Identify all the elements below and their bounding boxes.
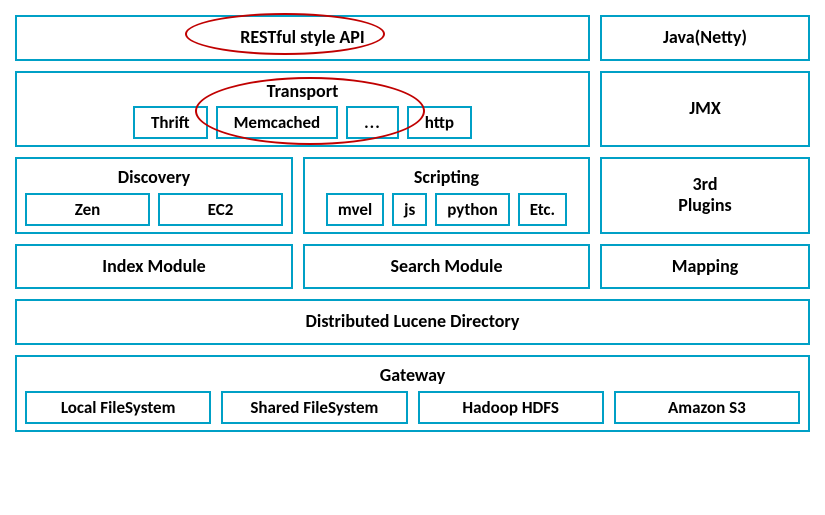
sub-js: js bbox=[392, 193, 427, 226]
box-discovery: Discovery Zen EC2 bbox=[15, 157, 293, 234]
gateway-items: Local FileSystem Shared FileSystem Hadoo… bbox=[25, 391, 800, 424]
label-discovery: Discovery bbox=[118, 165, 190, 193]
box-restful-api: RESTful style API bbox=[15, 15, 590, 61]
box-gateway: Gateway Local FileSystem Shared FileSyst… bbox=[15, 355, 810, 432]
row-api: RESTful style API Java(Netty) bbox=[15, 15, 810, 61]
sub-local-fs: Local FileSystem bbox=[25, 391, 211, 424]
sub-memcached: Memcached bbox=[216, 106, 339, 139]
label-mapping: Mapping bbox=[672, 252, 739, 282]
scripting-items: mvel js python Etc. bbox=[313, 193, 580, 226]
sub-ec2: EC2 bbox=[158, 193, 283, 226]
architecture-diagram: RESTful style API Java(Netty) Transport … bbox=[15, 15, 810, 432]
row-gateway: Gateway Local FileSystem Shared FileSyst… bbox=[15, 355, 810, 432]
discovery-items: Zen EC2 bbox=[25, 193, 283, 226]
sub-mvel: mvel bbox=[326, 193, 384, 226]
row-transport: Transport Thrift Memcached ... http JMX bbox=[15, 71, 810, 148]
sub-zen: Zen bbox=[25, 193, 150, 226]
transport-items: Thrift Memcached ... http bbox=[25, 106, 580, 139]
label-dld: Distributed Lucene Directory bbox=[306, 307, 520, 337]
row-dld: Distributed Lucene Directory bbox=[15, 299, 810, 345]
box-3rd-plugins: 3rd Plugins bbox=[600, 157, 810, 234]
box-mapping: Mapping bbox=[600, 244, 810, 290]
label-scripting: Scripting bbox=[414, 165, 479, 193]
box-transport: Transport Thrift Memcached ... http bbox=[15, 71, 590, 148]
sub-ellipsis: ... bbox=[346, 106, 399, 139]
label-restful-api: RESTful style API bbox=[240, 23, 364, 53]
box-index-module: Index Module bbox=[15, 244, 293, 290]
box-java-netty: Java(Netty) bbox=[600, 15, 810, 61]
row-modules: Index Module Search Module Mapping bbox=[15, 244, 810, 290]
label-gateway: Gateway bbox=[380, 363, 446, 391]
label-transport: Transport bbox=[267, 79, 339, 107]
sub-thrift: Thrift bbox=[133, 106, 208, 139]
label-search-module: Search Module bbox=[390, 252, 502, 282]
sub-hadoop-hdfs: Hadoop HDFS bbox=[418, 391, 604, 424]
sub-shared-fs: Shared FileSystem bbox=[221, 391, 407, 424]
sub-etc: Etc. bbox=[518, 193, 567, 226]
box-scripting: Scripting mvel js python Etc. bbox=[303, 157, 590, 234]
label-index-module: Index Module bbox=[102, 252, 205, 282]
sub-python: python bbox=[435, 193, 509, 226]
sub-http: http bbox=[407, 106, 472, 139]
row-discovery-scripting: Discovery Zen EC2 Scripting mvel js pyth… bbox=[15, 157, 810, 234]
label-jmx: JMX bbox=[689, 94, 721, 124]
box-distributed-lucene-directory: Distributed Lucene Directory bbox=[15, 299, 810, 345]
label-3rd-plugins: 3rd Plugins bbox=[678, 170, 731, 221]
box-jmx: JMX bbox=[600, 71, 810, 148]
label-java-netty: Java(Netty) bbox=[663, 23, 747, 53]
sub-amazon-s3: Amazon S3 bbox=[614, 391, 800, 424]
box-search-module: Search Module bbox=[303, 244, 590, 290]
